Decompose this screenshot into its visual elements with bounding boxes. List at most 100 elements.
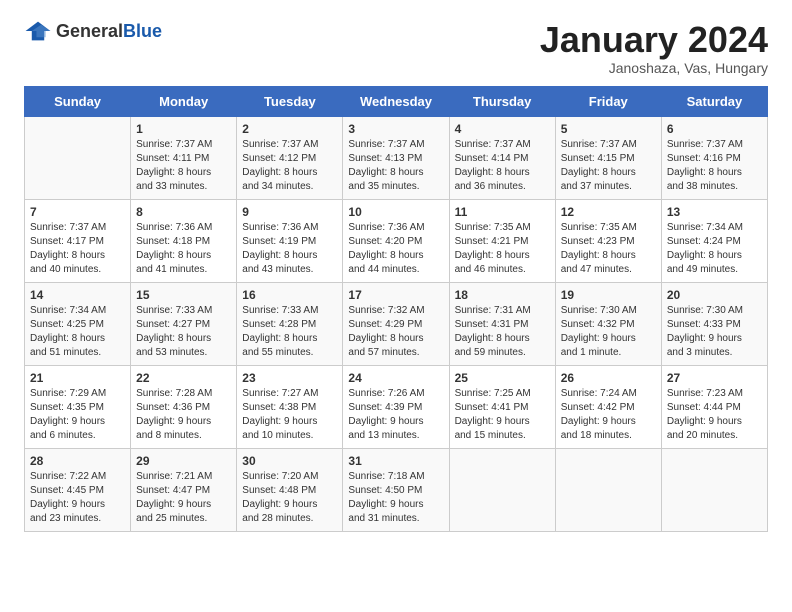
calendar-cell: 6 Sunrise: 7:37 AM Sunset: 4:16 PM Daylig… [661, 116, 767, 199]
calendar-cell: 2 Sunrise: 7:37 AM Sunset: 4:12 PM Daylig… [237, 116, 343, 199]
calendar-cell: 22 Sunrise: 7:28 AM Sunset: 4:36 PM Dayli… [131, 365, 237, 448]
calendar-cell: 31 Sunrise: 7:18 AM Sunset: 4:50 PM Dayli… [343, 448, 449, 531]
calendar-cell: 30Sunrise: 7:20 AM Sunset: 4:48 PM Dayli… [237, 448, 343, 531]
calendar-cell: 21 Sunrise: 7:29 AM Sunset: 4:35 PM Dayli… [25, 365, 131, 448]
cell-info: Sunrise: 7:33 AM Sunset: 4:28 PM Dayligh… [242, 304, 337, 360]
logo-general: General [56, 21, 123, 41]
logo-icon [24, 20, 52, 42]
day-number: 15 [136, 288, 231, 302]
cell-info: Sunrise: 7:23 AM Sunset: 4:44 PM Dayligh… [667, 387, 762, 443]
day-number: 6 [667, 122, 762, 136]
day-number: 28 [30, 454, 125, 468]
day-number: 7 [30, 205, 125, 219]
cell-info: Sunrise: 7:26 AM Sunset: 4:39 PM Dayligh… [348, 387, 443, 443]
weekday-header-saturday: Saturday [661, 86, 767, 116]
day-number: 1 [136, 122, 231, 136]
calendar-week-row: 21 Sunrise: 7:29 AM Sunset: 4:35 PM Dayli… [25, 365, 768, 448]
cell-info: Sunrise: 7:33 AM Sunset: 4:27 PM Dayligh… [136, 304, 231, 360]
calendar-cell: 15 Sunrise: 7:33 AM Sunset: 4:27 PM Dayli… [131, 282, 237, 365]
calendar-cell: 16 Sunrise: 7:33 AM Sunset: 4:28 PM Dayli… [237, 282, 343, 365]
day-number: 19 [561, 288, 656, 302]
day-number: 9 [242, 205, 337, 219]
cell-info: Sunrise: 7:34 AM Sunset: 4:24 PM Dayligh… [667, 221, 762, 277]
weekday-header-wednesday: Wednesday [343, 86, 449, 116]
calendar-cell: 4 Sunrise: 7:37 AM Sunset: 4:14 PM Daylig… [449, 116, 555, 199]
calendar-cell [661, 448, 767, 531]
calendar-cell: 11 Sunrise: 7:35 AM Sunset: 4:21 PM Dayli… [449, 199, 555, 282]
cell-info: Sunrise: 7:27 AM Sunset: 4:38 PM Dayligh… [242, 387, 337, 443]
cell-info: Sunrise: 7:18 AM Sunset: 4:50 PM Dayligh… [348, 470, 443, 526]
cell-info: Sunrise: 7:20 AM Sunset: 4:48 PM Dayligh… [242, 470, 337, 526]
cell-info: Sunrise: 7:36 AM Sunset: 4:18 PM Dayligh… [136, 221, 231, 277]
calendar-cell: 13 Sunrise: 7:34 AM Sunset: 4:24 PM Dayli… [661, 199, 767, 282]
day-number: 2 [242, 122, 337, 136]
cell-info: Sunrise: 7:37 AM Sunset: 4:12 PM Dayligh… [242, 138, 337, 194]
cell-info: Sunrise: 7:37 AM Sunset: 4:14 PM Dayligh… [455, 138, 550, 194]
day-number: 20 [667, 288, 762, 302]
calendar-cell: 20 Sunrise: 7:30 AM Sunset: 4:33 PM Dayli… [661, 282, 767, 365]
cell-info: Sunrise: 7:29 AM Sunset: 4:35 PM Dayligh… [30, 387, 125, 443]
calendar-cell: 27 Sunrise: 7:23 AM Sunset: 4:44 PM Dayli… [661, 365, 767, 448]
day-number: 10 [348, 205, 443, 219]
day-number: 22 [136, 371, 231, 385]
cell-info: Sunrise: 7:22 AM Sunset: 4:45 PM Dayligh… [30, 470, 125, 526]
cell-info: Sunrise: 7:35 AM Sunset: 4:21 PM Dayligh… [455, 221, 550, 277]
day-number: 17 [348, 288, 443, 302]
cell-info: Sunrise: 7:35 AM Sunset: 4:23 PM Dayligh… [561, 221, 656, 277]
calendar-cell: 29Sunrise: 7:21 AM Sunset: 4:47 PM Dayli… [131, 448, 237, 531]
day-number: 13 [667, 205, 762, 219]
calendar-week-row: 14 Sunrise: 7:34 AM Sunset: 4:25 PM Dayli… [25, 282, 768, 365]
day-number: 27 [667, 371, 762, 385]
calendar-cell: 7 Sunrise: 7:37 AM Sunset: 4:17 PM Daylig… [25, 199, 131, 282]
weekday-header-tuesday: Tuesday [237, 86, 343, 116]
title-area: January 2024 Janoshaza, Vas, Hungary [540, 20, 768, 76]
cell-info: Sunrise: 7:30 AM Sunset: 4:33 PM Dayligh… [667, 304, 762, 360]
calendar-cell: 5Sunrise: 7:37 AM Sunset: 4:15 PM Daylig… [555, 116, 661, 199]
cell-info: Sunrise: 7:34 AM Sunset: 4:25 PM Dayligh… [30, 304, 125, 360]
day-number: 25 [455, 371, 550, 385]
calendar-week-row: 28 Sunrise: 7:22 AM Sunset: 4:45 PM Dayli… [25, 448, 768, 531]
day-number: 8 [136, 205, 231, 219]
cell-info: Sunrise: 7:37 AM Sunset: 4:17 PM Dayligh… [30, 221, 125, 277]
cell-info: Sunrise: 7:25 AM Sunset: 4:41 PM Dayligh… [455, 387, 550, 443]
day-number: 5 [561, 122, 656, 136]
calendar-cell: 12 Sunrise: 7:35 AM Sunset: 4:23 PM Dayli… [555, 199, 661, 282]
calendar-cell: 19 Sunrise: 7:30 AM Sunset: 4:32 PM Dayli… [555, 282, 661, 365]
calendar-cell: 25 Sunrise: 7:25 AM Sunset: 4:41 PM Dayli… [449, 365, 555, 448]
day-number: 14 [30, 288, 125, 302]
calendar-cell: 9 Sunrise: 7:36 AM Sunset: 4:19 PM Daylig… [237, 199, 343, 282]
calendar-cell [449, 448, 555, 531]
day-number: 21 [30, 371, 125, 385]
cell-info: Sunrise: 7:28 AM Sunset: 4:36 PM Dayligh… [136, 387, 231, 443]
calendar-table: SundayMondayTuesdayWednesdayThursdayFrid… [24, 86, 768, 532]
month-title: January 2024 [540, 20, 768, 60]
logo-text: GeneralBlue [56, 21, 162, 42]
day-number: 16 [242, 288, 337, 302]
logo-blue: Blue [123, 21, 162, 41]
calendar-cell: 3Sunrise: 7:37 AM Sunset: 4:13 PM Daylig… [343, 116, 449, 199]
cell-info: Sunrise: 7:37 AM Sunset: 4:11 PM Dayligh… [136, 138, 231, 194]
day-number: 18 [455, 288, 550, 302]
weekday-header-thursday: Thursday [449, 86, 555, 116]
day-number: 4 [455, 122, 550, 136]
day-number: 29 [136, 454, 231, 468]
day-number: 31 [348, 454, 443, 468]
cell-info: Sunrise: 7:31 AM Sunset: 4:31 PM Dayligh… [455, 304, 550, 360]
calendar-cell [555, 448, 661, 531]
cell-info: Sunrise: 7:37 AM Sunset: 4:16 PM Dayligh… [667, 138, 762, 194]
day-number: 23 [242, 371, 337, 385]
cell-info: Sunrise: 7:32 AM Sunset: 4:29 PM Dayligh… [348, 304, 443, 360]
day-number: 12 [561, 205, 656, 219]
day-number: 3 [348, 122, 443, 136]
weekday-header-friday: Friday [555, 86, 661, 116]
calendar-week-row: 7 Sunrise: 7:37 AM Sunset: 4:17 PM Daylig… [25, 199, 768, 282]
calendar-cell: 17 Sunrise: 7:32 AM Sunset: 4:29 PM Dayli… [343, 282, 449, 365]
logo: GeneralBlue [24, 20, 162, 42]
cell-info: Sunrise: 7:36 AM Sunset: 4:20 PM Dayligh… [348, 221, 443, 277]
weekday-header-monday: Monday [131, 86, 237, 116]
day-number: 11 [455, 205, 550, 219]
calendar-cell: 10 Sunrise: 7:36 AM Sunset: 4:20 PM Dayli… [343, 199, 449, 282]
cell-info: Sunrise: 7:24 AM Sunset: 4:42 PM Dayligh… [561, 387, 656, 443]
cell-info: Sunrise: 7:30 AM Sunset: 4:32 PM Dayligh… [561, 304, 656, 360]
cell-info: Sunrise: 7:36 AM Sunset: 4:19 PM Dayligh… [242, 221, 337, 277]
